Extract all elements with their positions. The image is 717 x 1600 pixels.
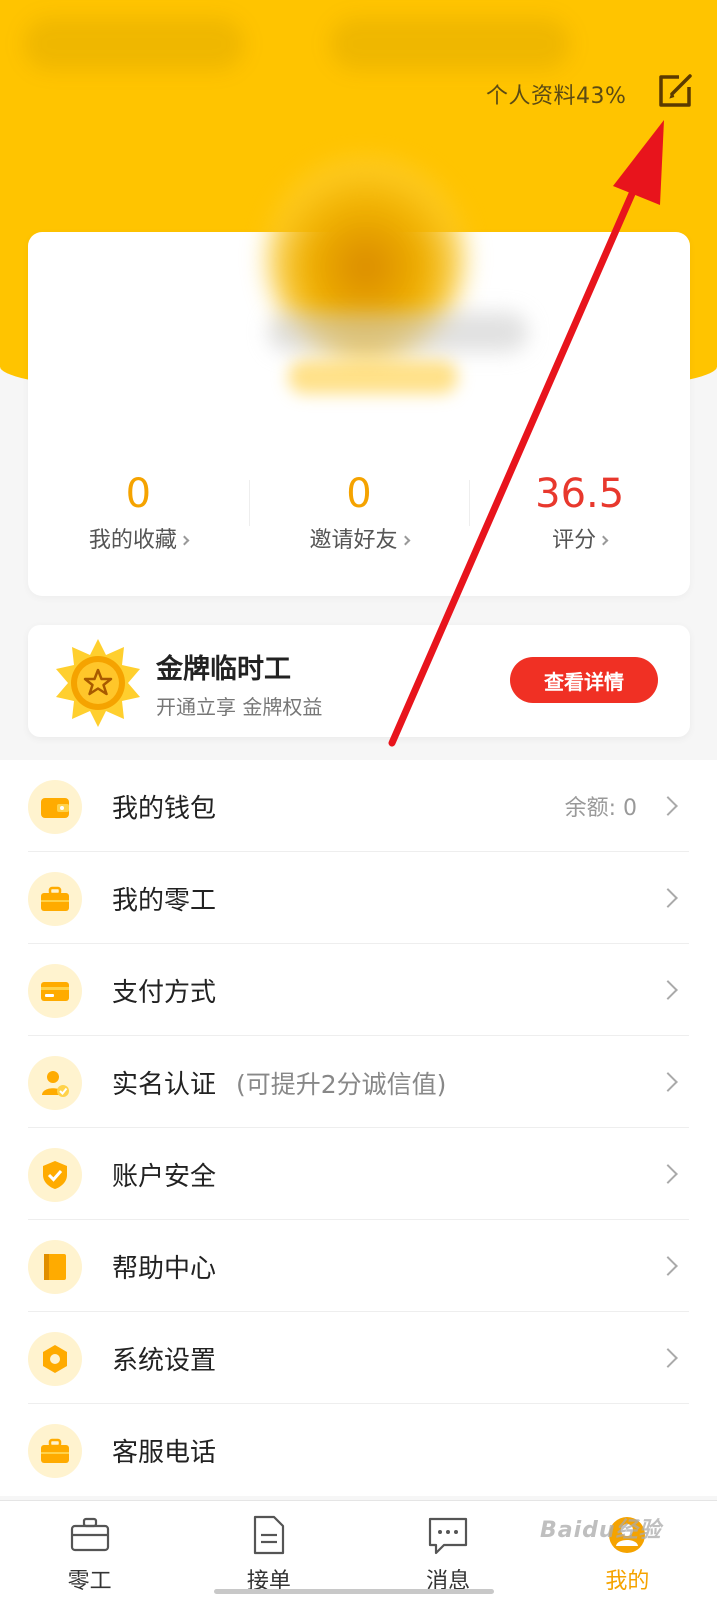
menu-item-label: 支付方式 xyxy=(112,977,217,1008)
menu-item-help-center[interactable]: 帮助中心 xyxy=(0,1220,717,1312)
menu-item-label: 实名认证 (可提升2分诚信值) xyxy=(112,1069,447,1100)
home-indicator xyxy=(214,1589,494,1594)
tab-orders[interactable]: 接单 xyxy=(179,1501,358,1600)
status-bar-blur-right xyxy=(330,18,570,70)
chevron-right-icon xyxy=(658,1348,678,1368)
chevron-right-icon xyxy=(658,888,678,908)
stat-label: 我的收藏 xyxy=(89,522,190,554)
chevron-right-icon xyxy=(658,980,678,1000)
menu-item-label: 我的钱包 xyxy=(112,793,217,824)
briefcase-icon xyxy=(28,1424,82,1478)
stat-invite-friends[interactable]: 0 邀请好友 xyxy=(248,471,470,562)
tab-label: 零工 xyxy=(67,1569,112,1594)
chevron-right-icon xyxy=(400,535,410,546)
stat-label: 评分 xyxy=(552,522,609,554)
stat-value: 0 xyxy=(346,471,372,517)
profile-stats: 0 我的收藏 0 邀请好友 36.5 评分 xyxy=(28,472,690,562)
tab-messages[interactable]: 消息 xyxy=(359,1501,538,1600)
id-verify-icon xyxy=(28,1056,82,1110)
stat-label: 邀请好友 xyxy=(310,522,410,554)
baidu-watermark: Baidu经验 xyxy=(540,1518,662,1543)
chevron-right-icon xyxy=(598,535,609,546)
edit-icon[interactable] xyxy=(655,71,695,111)
book-icon xyxy=(28,1240,82,1294)
chevron-right-icon xyxy=(658,1256,678,1276)
gold-member-title: 金牌临时工 xyxy=(156,654,291,685)
status-bar-blur-left xyxy=(24,18,244,70)
chevron-right-icon xyxy=(658,1072,678,1092)
menu-item-label: 账户安全 xyxy=(112,1161,217,1192)
tab-gigs[interactable]: 零工 xyxy=(0,1501,179,1600)
stat-score[interactable]: 36.5 评分 xyxy=(469,472,690,562)
stat-favorites[interactable]: 0 我的收藏 xyxy=(28,472,249,562)
menu-list: 我的钱包 余额: 0 我的零工 支付方式 实名认证 (可提升2分诚信值) 账户安全 xyxy=(0,760,717,1496)
menu-item-label: 系统设置 xyxy=(112,1345,217,1376)
chevron-right-icon xyxy=(179,535,190,546)
shield-icon xyxy=(28,1148,82,1202)
gold-member-subtitle: 开通立享 金牌权益 xyxy=(156,695,323,719)
tab-label: 我的 xyxy=(605,1569,650,1594)
wallet-icon xyxy=(28,780,82,834)
gear-icon xyxy=(28,1332,82,1386)
menu-item-payment[interactable]: 支付方式 xyxy=(0,944,717,1036)
credit-hint: (可提升2分诚信值) xyxy=(236,1069,447,1099)
chevron-right-icon xyxy=(658,1164,678,1184)
chat-icon xyxy=(429,1517,468,1555)
gold-member-card[interactable]: 金牌临时工 开通立享 金牌权益 查看详情 xyxy=(28,625,690,737)
menu-item-label: 我的零工 xyxy=(112,885,217,916)
menu-item-label: 客服电话 xyxy=(112,1437,217,1468)
card-icon xyxy=(28,964,82,1018)
menu-item-real-name[interactable]: 实名认证 (可提升2分诚信值) xyxy=(0,1036,717,1128)
briefcase-icon xyxy=(70,1517,109,1552)
menu-item-wallet[interactable]: 我的钱包 余额: 0 xyxy=(0,760,717,852)
wallet-balance: 余额: 0 xyxy=(564,796,637,821)
view-details-button[interactable]: 查看详情 xyxy=(510,657,658,703)
menu-item-account-security[interactable]: 账户安全 xyxy=(0,1128,717,1220)
gold-medal-icon xyxy=(52,637,144,729)
menu-item-label: 帮助中心 xyxy=(112,1253,217,1284)
username-blurred xyxy=(268,312,528,352)
stat-value: 0 xyxy=(125,471,152,517)
profile-card: 0 我的收藏 0 邀请好友 36.5 评分 xyxy=(28,157,690,596)
profile-completion-text[interactable]: 个人资料43% xyxy=(486,78,626,110)
stat-value: 36.5 xyxy=(535,471,625,517)
menu-item-settings[interactable]: 系统设置 xyxy=(0,1312,717,1404)
document-icon xyxy=(253,1515,284,1555)
member-tag-blurred xyxy=(288,360,458,394)
briefcase-icon xyxy=(28,872,82,926)
menu-item-customer-service[interactable]: 客服电话 xyxy=(0,1404,717,1496)
menu-item-my-gigs[interactable]: 我的零工 xyxy=(0,852,717,944)
chevron-right-icon xyxy=(658,796,678,816)
